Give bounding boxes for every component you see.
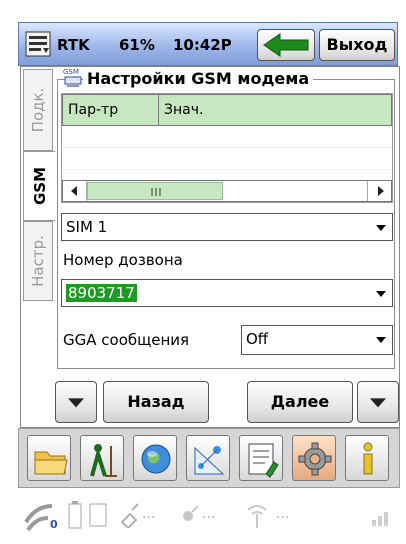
next-button[interactable]: Далее	[247, 381, 353, 423]
scroll-right-icon[interactable]	[367, 181, 393, 201]
gsm-modem-icon: GSM	[61, 67, 85, 89]
back-arrow-icon	[263, 33, 309, 57]
sim-select[interactable]: SIM 1	[61, 213, 393, 241]
info-icon[interactable]	[345, 435, 389, 481]
start-menu-icon[interactable]	[23, 29, 53, 59]
radio-status-dots: ...	[202, 506, 216, 522]
grid-header: Пар-тр Знач.	[62, 94, 392, 126]
tab-connection-label: Подк.	[29, 87, 47, 133]
gsm-status-dots: ...	[276, 506, 290, 522]
tab-gsm[interactable]: GSM	[23, 151, 55, 221]
gga-messages-select[interactable]: Off	[241, 325, 393, 355]
clock: 10:42P	[173, 36, 232, 54]
app-toolbar	[18, 428, 400, 488]
dial-number-value: 8903717	[66, 284, 137, 302]
grid-row-1[interactable]	[62, 126, 392, 148]
svg-text:GSM: GSM	[63, 68, 79, 76]
gga-messages-label: GGA сообщения	[63, 331, 190, 349]
battery-icon	[66, 500, 84, 530]
back-button[interactable]: Назад	[103, 381, 209, 423]
column-param[interactable]: Пар-тр	[63, 95, 159, 125]
tab-connection[interactable]: Подк.	[23, 69, 53, 151]
scroll-thumb[interactable]	[87, 182, 223, 200]
plug-status-dots: ...	[142, 506, 156, 522]
dial-number-combo[interactable]: 8903717	[61, 279, 393, 307]
gsm-signal-icon	[242, 500, 272, 530]
horizontal-scrollbar[interactable]	[62, 180, 392, 202]
rtk-label: RTK	[57, 36, 90, 54]
surveyor-icon[interactable]	[80, 435, 124, 481]
tab-settings[interactable]: Настр.	[23, 221, 53, 301]
satellite-count: 0	[50, 518, 58, 531]
scroll-left-icon[interactable]	[63, 181, 87, 201]
frame-title: Настройки GSM модема	[83, 69, 314, 88]
triangle-down-icon	[68, 398, 84, 408]
globe-icon[interactable]	[133, 435, 177, 481]
settings-gear-icon[interactable]	[292, 435, 336, 481]
signal-bars-icon	[370, 502, 394, 528]
main-panel: Подк. GSM Настр. GSM Настройки GSM модем…	[20, 66, 400, 428]
chevron-down-icon	[376, 291, 386, 297]
geometry-icon[interactable]	[186, 435, 230, 481]
chevron-down-icon	[376, 337, 386, 343]
parameter-grid[interactable]: Пар-тр Знач.	[61, 93, 393, 203]
triangle-down-icon	[370, 398, 386, 408]
plug-icon	[118, 502, 142, 530]
tab-gsm-label: GSM	[30, 166, 49, 206]
radio-icon	[178, 502, 202, 528]
scroll-down-left-button[interactable]	[55, 381, 97, 423]
exit-button[interactable]: Выход	[319, 29, 395, 61]
notes-icon[interactable]	[239, 435, 283, 481]
chevron-down-icon	[376, 225, 386, 231]
battery-level: 61%	[119, 36, 155, 54]
memory-icon	[88, 502, 108, 528]
grid-row-2[interactable]	[62, 148, 392, 170]
gga-messages-value: Off	[246, 330, 269, 348]
title-bar: RTK 61% 10:42P Выход	[18, 22, 398, 66]
tab-settings-label: Настр.	[29, 235, 47, 287]
back-arrow-button[interactable]	[257, 29, 315, 61]
folder-icon[interactable]	[27, 435, 71, 481]
column-value[interactable]: Знач.	[159, 95, 393, 125]
scroll-down-right-button[interactable]	[357, 381, 399, 423]
sim-select-value: SIM 1	[66, 218, 108, 236]
status-bar: 0 ... ... ...	[18, 488, 400, 544]
dial-number-label: Номер дозвона	[63, 251, 183, 269]
